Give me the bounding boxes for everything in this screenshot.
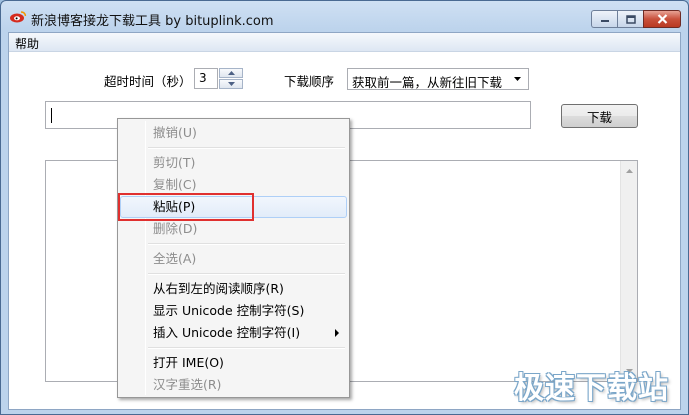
- chevron-down-icon: [513, 77, 521, 81]
- menu-help[interactable]: 帮助: [15, 35, 39, 52]
- menu-bar: 帮助: [9, 33, 680, 52]
- maximize-button[interactable]: [617, 10, 643, 28]
- menu-item-show-unicode[interactable]: 显示 Unicode 控制字符(S): [120, 300, 347, 322]
- text-caret: [51, 108, 52, 123]
- close-button[interactable]: [643, 10, 681, 28]
- close-icon: [657, 14, 667, 24]
- maximize-icon: [625, 14, 636, 24]
- timeout-input[interactable]: 3: [194, 68, 218, 89]
- arrow-down-icon: [227, 82, 235, 86]
- menu-item-delete[interactable]: 删除(D): [120, 218, 347, 240]
- menu-separator: [148, 273, 345, 275]
- menu-separator: [148, 347, 345, 349]
- submenu-arrow-icon: [335, 329, 339, 337]
- caption-buttons: [591, 10, 681, 28]
- dropdown-arrow[interactable]: [509, 71, 525, 87]
- menu-item-open-ime[interactable]: 打开 IME(O): [120, 352, 347, 374]
- menu-separator: [148, 147, 345, 149]
- arrow-up-icon: [227, 71, 235, 75]
- scroll-up-button[interactable]: [621, 163, 637, 179]
- menu-item-rtl-reading[interactable]: 从右到左的阅读顺序(R): [120, 278, 347, 300]
- menu-item-undo[interactable]: 撤销(U): [120, 122, 347, 144]
- menu-item-insert-unicode[interactable]: 插入 Unicode 控制字符(I): [120, 322, 347, 344]
- watermark-text: 极速下载站: [514, 371, 669, 406]
- context-menu: 撤销(U) 剪切(T) 复制(C) 粘贴(P) 删除(D) 全选(A) 从右到左…: [117, 118, 350, 398]
- spin-up-button[interactable]: [219, 68, 243, 78]
- minimize-icon: [600, 20, 609, 22]
- menu-item-select-all[interactable]: 全选(A): [120, 248, 347, 270]
- timeout-label: 超时时间（秒）: [104, 74, 192, 89]
- vertical-scrollbar[interactable]: [620, 161, 637, 381]
- timeout-spinner: [219, 68, 243, 89]
- minimize-button[interactable]: [591, 10, 617, 28]
- order-selected-value: 获取前一篇，从新往旧下载: [352, 75, 503, 90]
- paste-highlight-annotation: [118, 193, 254, 221]
- title-bar[interactable]: 新浪博客接龙下载工具 by bituplink.com: [1, 1, 688, 32]
- sina-logo-icon: [10, 11, 27, 23]
- window-title: 新浪博客接龙下载工具 by bituplink.com: [31, 14, 274, 29]
- arrow-up-icon: [625, 169, 633, 173]
- menu-item-reconversion[interactable]: 汉字重选(R): [120, 374, 347, 396]
- menu-item-label: 插入 Unicode 控制字符(I): [153, 325, 301, 340]
- order-select[interactable]: 获取前一篇，从新往旧下载: [347, 68, 529, 90]
- download-button[interactable]: 下载: [561, 104, 638, 128]
- menu-item-cut[interactable]: 剪切(T): [120, 152, 347, 174]
- menu-separator: [148, 243, 345, 245]
- order-label: 下载顺序: [284, 74, 335, 89]
- spin-down-button[interactable]: [219, 79, 243, 89]
